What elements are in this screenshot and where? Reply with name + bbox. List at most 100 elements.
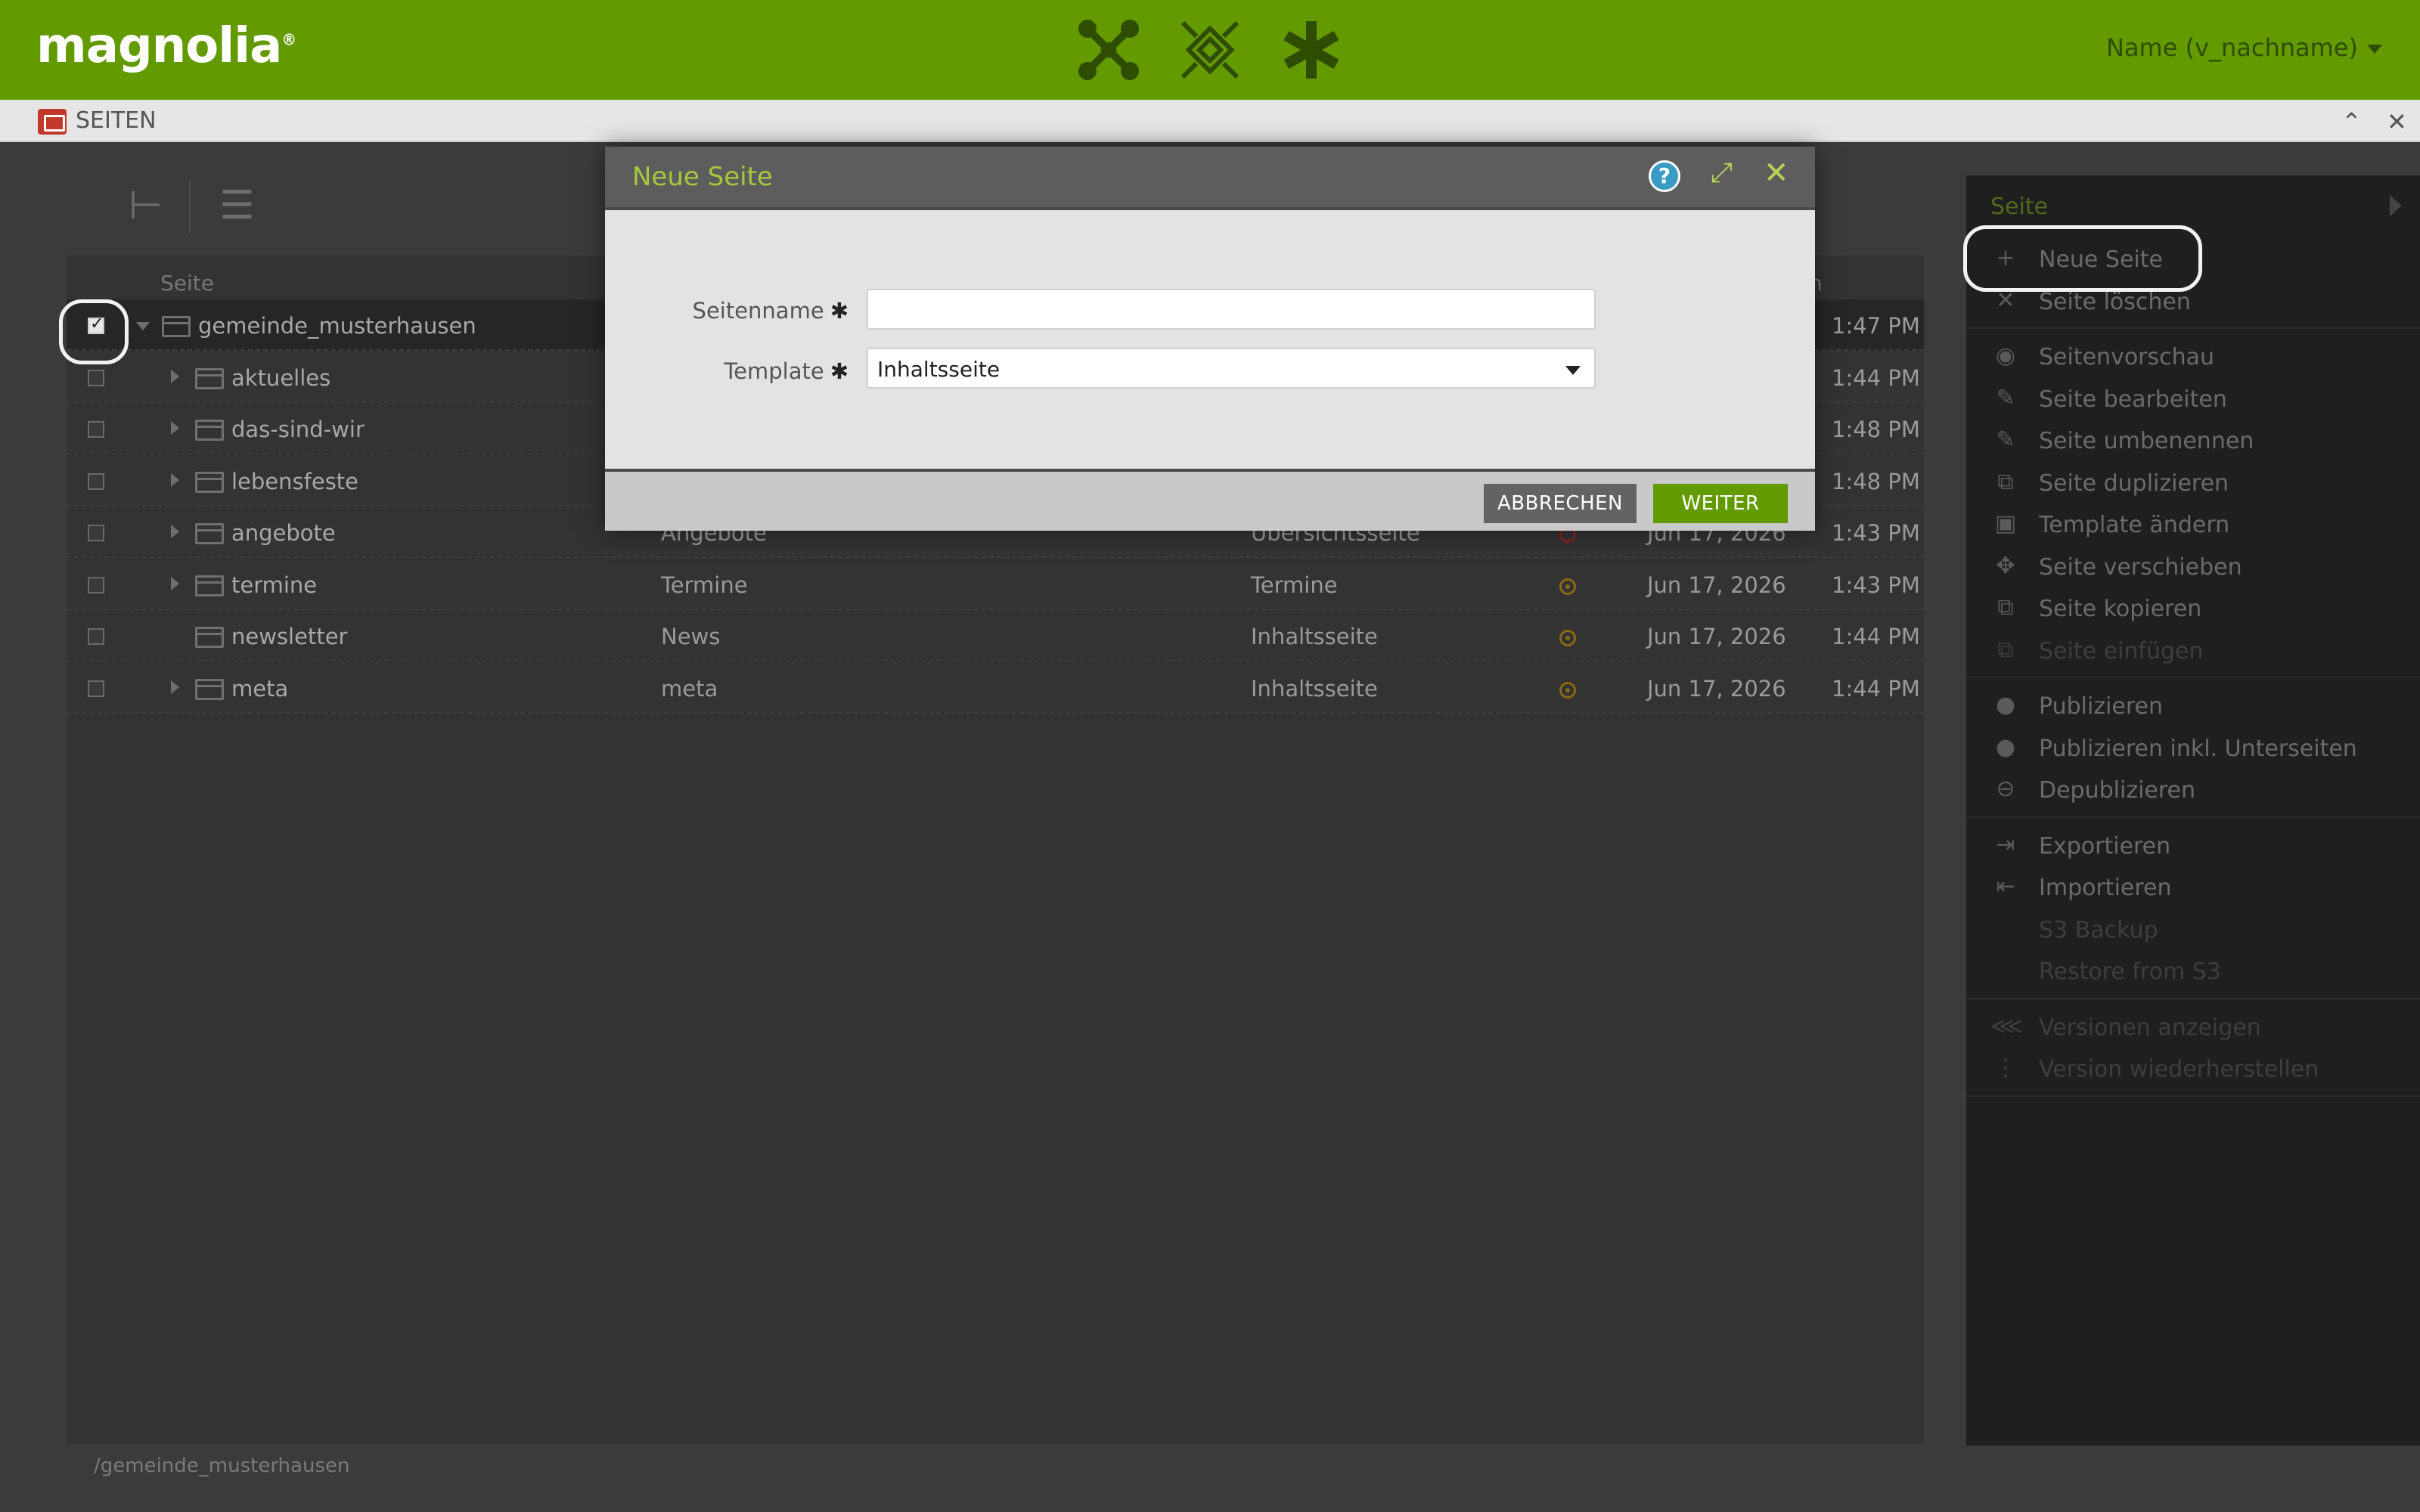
tree-view-icon[interactable]: ⊢ <box>129 183 163 228</box>
expand-icon[interactable]: ⤢ <box>1711 157 1733 189</box>
action-version-wiederherstellen[interactable]: ⋮ Version wiederherstellen <box>1990 1052 2399 1089</box>
favorites-icon[interactable] <box>1280 18 1343 82</box>
action-group-divider <box>1966 816 2420 818</box>
action-icon: ✎ <box>1996 426 2015 453</box>
action-restore-from-s3[interactable]: Restore from S3 <box>1990 954 2399 992</box>
action-icon: ⧉ <box>1997 594 2014 621</box>
column-header-page[interactable]: Seite <box>160 271 214 296</box>
table-row[interactable]: newsletter News Inhaltsseite Jun 17, 2026 1:… <box>67 610 1924 662</box>
app-bar: SEITEN ⌃ ✕ <box>0 100 2420 142</box>
action-bar-toggle-icon[interactable] <box>2390 195 2402 216</box>
pulse-icon[interactable] <box>1178 18 1242 82</box>
row-time: 1:48 PM <box>1832 468 1920 494</box>
action-publizieren[interactable]: ● Publizieren <box>1990 689 2399 727</box>
row-template: Inhaltsseite <box>1251 624 1378 649</box>
action-depublizieren[interactable]: ⊖ Depublizieren <box>1990 773 2399 810</box>
action-label: Versionen anzeigen <box>2039 1014 2261 1041</box>
template-label: Template ✱ <box>605 358 849 384</box>
action-group-divider <box>1966 677 2420 678</box>
expand-right-icon[interactable] <box>171 472 179 487</box>
template-select[interactable]: Inhaltsseite <box>867 348 1596 389</box>
row-time: 1:43 PM <box>1832 572 1920 598</box>
dialog-header: Neue Seite ? ⤢ ✕ <box>605 147 1815 207</box>
action-versionen-anzeigen[interactable]: ⋘ Versionen anzeigen <box>1990 1010 2399 1048</box>
row-time: 1:44 PM <box>1832 624 1920 649</box>
action-template-ändern[interactable]: ▣ Template ändern <box>1990 507 2399 545</box>
table-row[interactable]: termine Termine Termine Jun 17, 2026 1:43 PM <box>67 559 1924 610</box>
action-icon: ⊖ <box>1996 776 2015 802</box>
action-icon: ✥ <box>1996 552 2015 579</box>
page-name-input[interactable] <box>867 289 1596 330</box>
action-s3-backup[interactable]: S3 Backup <box>1990 912 2399 950</box>
action-icon: ◉ <box>1995 342 2016 369</box>
current-path: /gemeinde_musterhausen <box>94 1455 350 1477</box>
next-button[interactable]: WEITER <box>1653 484 1788 523</box>
table-row[interactable]: meta meta Inhaltsseite Jun 17, 2026 1:44 PM <box>67 662 1924 714</box>
action-label: Importieren <box>2039 875 2172 901</box>
dialog-body: Seitenname ✱ Template ✱ Inhaltsseite <box>605 207 1815 469</box>
action-seite-bearbeiten[interactable]: ✎ Seite bearbeiten <box>1990 382 2399 420</box>
action-bar-title: Seite <box>1990 194 2049 220</box>
row-page-name: termine <box>231 572 318 598</box>
chevron-down-icon <box>1565 366 1581 375</box>
action-icon: ● <box>1995 733 2016 761</box>
row-checkbox[interactable] <box>88 369 104 386</box>
expand-right-icon[interactable] <box>171 369 179 383</box>
user-menu[interactable]: Name (v_nachname) <box>2106 33 2382 62</box>
row-checkbox[interactable] <box>88 628 104 645</box>
close-app-icon[interactable]: ✕ <box>2387 107 2407 136</box>
action-bar: Seite + Neue Seite ✕ Seite löschen ◉ Seitenvo… <box>1966 175 2420 1445</box>
action-seite-duplizieren[interactable]: ⧉ Seite duplizieren <box>1990 466 2399 503</box>
action-label: Seite verschieben <box>2039 553 2242 581</box>
cancel-button[interactable]: ABBRECHEN <box>1484 484 1637 523</box>
row-page-name: gemeinde_musterhausen <box>198 313 476 339</box>
expand-down-icon[interactable] <box>136 322 150 330</box>
apps-icon[interactable] <box>1077 18 1140 82</box>
row-date: Jun 17, 2026 <box>1647 624 1786 649</box>
action-publizieren-inkl-unterseiten[interactable]: ● Publizieren inkl. Unterseiten <box>1990 731 2399 769</box>
required-marker: ✱ <box>830 358 849 384</box>
action-label: Seite duplizieren <box>2039 469 2229 497</box>
action-icon: ⇥ <box>1996 831 2015 858</box>
action-icon: ⇤ <box>1996 873 2015 900</box>
action-seite-kopieren[interactable]: ⧉ Seite kopieren <box>1990 591 2399 629</box>
action-label: Depublizieren <box>2039 777 2196 804</box>
action-label: Publizieren inkl. Unterseiten <box>2039 735 2357 762</box>
magnolia-logo[interactable]: magnolia® <box>36 18 296 74</box>
row-page-name: angebote <box>231 520 336 546</box>
action-exportieren[interactable]: ⇥ Exportieren <box>1990 829 2399 866</box>
row-checkbox[interactable] <box>88 680 104 697</box>
action-importieren[interactable]: ⇤ Importieren <box>1990 870 2399 908</box>
action-seitenvorschau[interactable]: ◉ Seitenvorschau <box>1990 339 2399 377</box>
chevron-down-icon <box>2367 45 2382 54</box>
action-seite-umbenennen[interactable]: ✎ Seite umbenennen <box>1990 423 2399 461</box>
required-marker: ✱ <box>830 298 849 324</box>
expand-right-icon[interactable] <box>171 576 179 590</box>
list-view-icon[interactable]: ☰ <box>219 183 255 228</box>
action-group-divider <box>1966 327 2420 329</box>
row-time: 1:47 PM <box>1832 313 1920 339</box>
row-page-title: News <box>661 624 721 649</box>
action-seite-verschieben[interactable]: ✥ Seite verschieben <box>1990 550 2399 587</box>
row-checkbox[interactable] <box>88 525 104 541</box>
row-page-title: meta <box>661 675 718 702</box>
collapse-app-icon[interactable]: ⌃ <box>2341 107 2362 136</box>
row-time: 1:48 PM <box>1832 417 1920 442</box>
row-checkbox[interactable] <box>88 472 104 490</box>
row-checkbox[interactable] <box>88 421 104 438</box>
action-icon: ▣ <box>1994 510 2017 537</box>
close-icon[interactable]: ✕ <box>1764 156 1789 191</box>
action-seite-einfügen[interactable]: ⧉ Seite einfügen <box>1990 634 2399 671</box>
expand-right-icon[interactable] <box>171 525 179 538</box>
logo-text: magnolia <box>36 18 282 74</box>
action-label: Template ändern <box>2039 512 2230 538</box>
action-group-divider <box>1966 997 2420 999</box>
app-title: SEITEN <box>76 107 157 134</box>
action-label: Version wiederherstellen <box>2039 1056 2319 1083</box>
help-icon[interactable]: ? <box>1649 160 1680 192</box>
action-icon: ⋘ <box>1990 1012 2023 1040</box>
expand-right-icon[interactable] <box>171 680 179 694</box>
expand-right-icon[interactable] <box>171 421 179 435</box>
action-icon: ⧉ <box>1997 636 2014 663</box>
row-checkbox[interactable] <box>88 576 104 593</box>
